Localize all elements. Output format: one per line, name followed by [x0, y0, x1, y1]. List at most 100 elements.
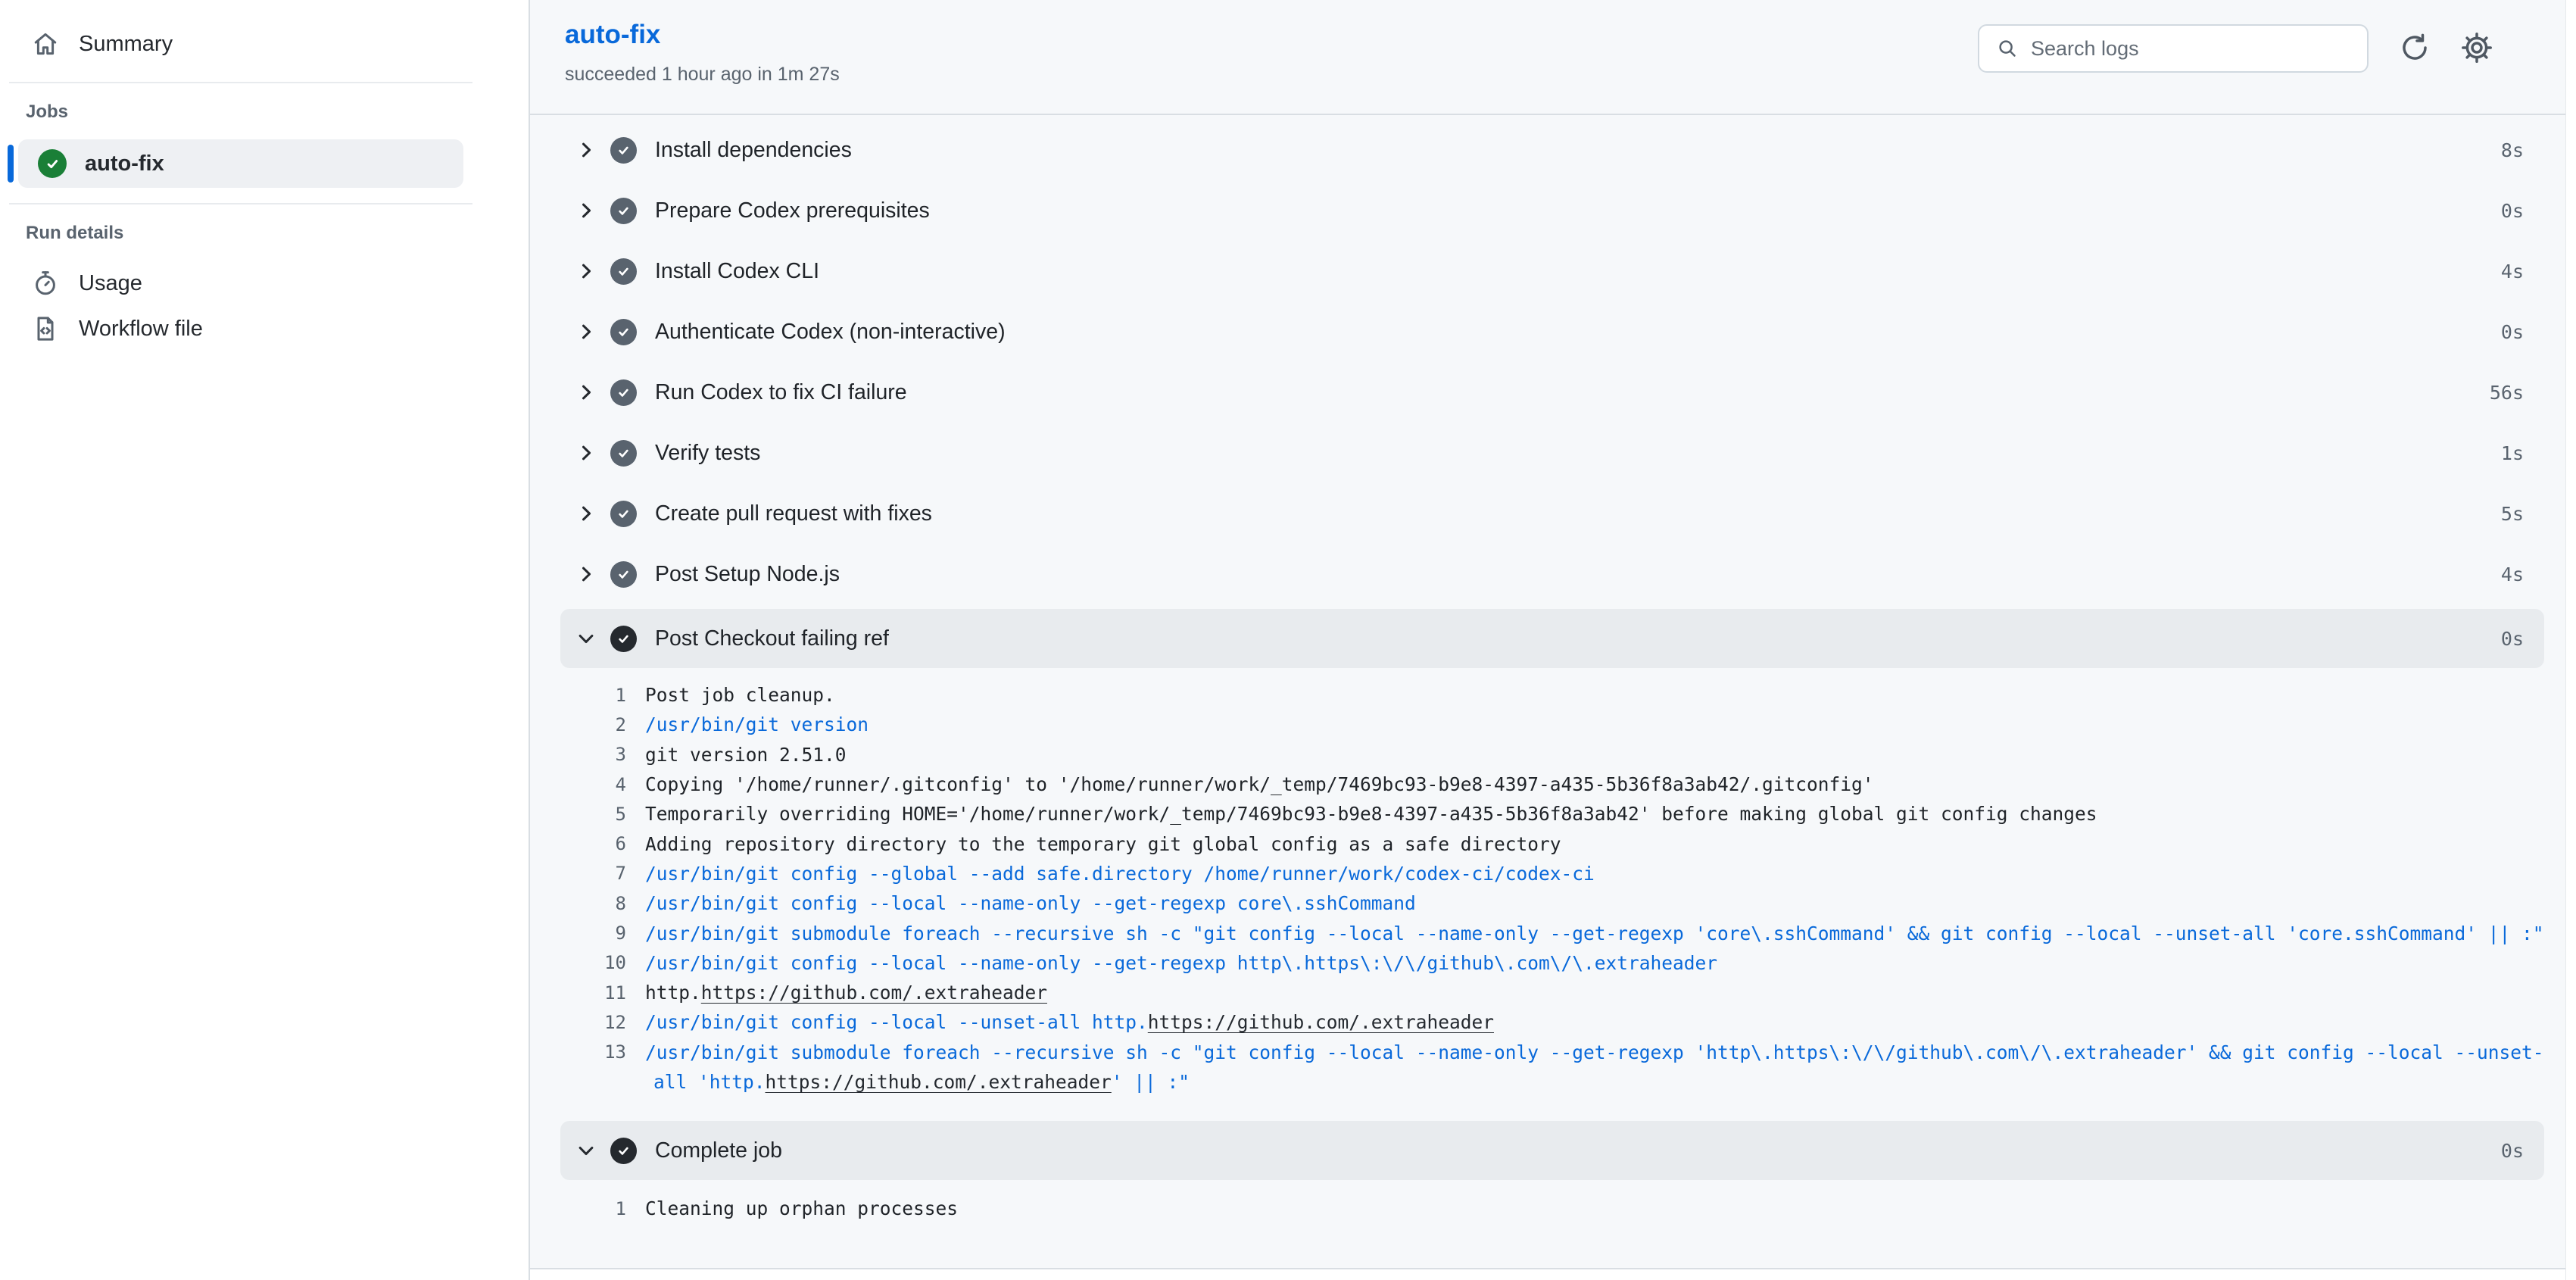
log-line: 13 /usr/bin/git submodule foreach --recu… — [530, 1038, 2576, 1067]
log-line: 5 Temporarily overriding HOME='/home/run… — [530, 799, 2576, 829]
job-status-text: succeeded 1 hour ago in 1m 27s — [565, 64, 840, 86]
step-name: Create pull request with fixes — [655, 501, 932, 526]
step-row[interactable]: Run Codex to fix CI failure 56s — [530, 362, 2576, 423]
sidebar-workflow-file-label: Workflow file — [79, 317, 203, 342]
chevron-right-icon — [575, 321, 600, 342]
sidebar: Summary Jobs auto-fix Run details Usage … — [0, 0, 530, 1280]
stopwatch-icon — [32, 270, 59, 297]
sidebar-item-job-auto-fix[interactable]: auto-fix — [18, 139, 463, 188]
log-line: 10 /usr/bin/git config --local --name-on… — [530, 948, 2576, 978]
log-segment: /usr/bin/git config --local --unset-all … — [645, 1011, 1148, 1033]
step: Post Setup Node.js 4s — [530, 544, 2576, 604]
step-row[interactable]: Authenticate Codex (non-interactive) 0s — [530, 301, 2576, 362]
log-line-number[interactable]: 1 — [530, 1198, 626, 1219]
step: Complete job 0s 1 Cleaning up orphan pro… — [530, 1121, 2576, 1243]
step-row[interactable]: Prepare Codex prerequisites 0s — [530, 180, 2576, 241]
chevron-right-icon — [575, 442, 600, 464]
step-duration: 56s — [2490, 382, 2524, 404]
log-line: 11 http.https://github.com/.extraheader — [530, 978, 2576, 1007]
step-name: Post Setup Node.js — [655, 562, 840, 587]
step-success-check-icon — [610, 379, 637, 406]
log-segment: /usr/bin/git submodule foreach --recursi… — [645, 923, 2544, 944]
step-success-check-icon — [610, 319, 637, 345]
scrollbar-gutter[interactable] — [2565, 0, 2576, 1280]
log-line-number[interactable]: 12 — [530, 1012, 626, 1033]
log-line-number[interactable]: 6 — [530, 833, 626, 854]
sidebar-item-usage[interactable]: Usage — [0, 261, 529, 306]
step-row[interactable]: Install Codex CLI 4s — [530, 241, 2576, 301]
log-line: 8 /usr/bin/git config --local --name-onl… — [530, 888, 2576, 918]
sidebar-item-summary[interactable]: Summary — [0, 21, 529, 67]
refresh-logs-button[interactable] — [2399, 32, 2431, 66]
step-logs: 1 Post job cleanup. 2 /usr/bin/git versi… — [530, 668, 2576, 1116]
log-url-link[interactable]: https://github.com/.extraheader — [701, 982, 1047, 1004]
gear-icon — [2461, 32, 2493, 64]
step: Create pull request with fixes 5s — [530, 483, 2576, 544]
log-segment: Temporarily overriding HOME='/home/runne… — [645, 803, 2097, 825]
step-success-check-icon — [610, 1138, 637, 1164]
chevron-right-icon — [575, 139, 600, 161]
log-line: 6 Adding repository directory to the tem… — [530, 829, 2576, 858]
log-line-text: Copying '/home/runner/.gitconfig' to '/h… — [645, 773, 1874, 795]
step-row[interactable]: Complete job 0s — [560, 1121, 2544, 1180]
log-line-number[interactable]: 8 — [530, 893, 626, 914]
steps-list: Install dependencies 8s Prepare Codex pr… — [530, 115, 2576, 1268]
step: Verify tests 1s — [530, 423, 2576, 483]
workflow-job-page: Summary Jobs auto-fix Run details Usage … — [0, 0, 2576, 1280]
log-line-text: /usr/bin/git submodule foreach --recursi… — [645, 923, 2544, 944]
log-segment: /usr/bin/git config --global --add safe.… — [645, 863, 1595, 885]
log-line-text: all 'http.https://github.com/.extraheade… — [653, 1071, 1190, 1093]
home-icon — [32, 30, 59, 58]
success-check-icon — [38, 149, 67, 178]
log-line: 7 /usr/bin/git config --global --add saf… — [530, 859, 2576, 888]
log-line-number[interactable]: 4 — [530, 774, 626, 795]
sidebar-divider — [9, 203, 472, 204]
log-line-text: http.https://github.com/.extraheader — [645, 982, 1047, 1004]
search-logs-box — [1978, 24, 2369, 73]
step-duration: 0s — [2501, 321, 2524, 343]
step-name: Authenticate Codex (non-interactive) — [655, 320, 1006, 345]
log-line-number[interactable]: 9 — [530, 923, 626, 944]
job-log-panel: auto-fix succeeded 1 hour ago in 1m 27s — [530, 0, 2576, 1280]
step-duration: 0s — [2501, 1140, 2524, 1162]
step-row[interactable]: Create pull request with fixes 5s — [530, 483, 2576, 544]
step-success-check-icon — [610, 561, 637, 588]
log-url-link[interactable]: https://github.com/.extraheader — [766, 1071, 1112, 1093]
sidebar-usage-label: Usage — [79, 271, 142, 296]
search-logs-input[interactable] — [2031, 37, 2350, 61]
log-line-text: git version 2.51.0 — [645, 744, 847, 766]
sidebar-jobs-header: Jobs — [0, 101, 529, 123]
log-line-number[interactable]: 10 — [530, 952, 626, 973]
log-line-number[interactable]: 2 — [530, 714, 626, 735]
step-duration: 1s — [2501, 442, 2524, 464]
job-title-link[interactable]: auto-fix — [565, 20, 840, 50]
log-line-number[interactable]: 5 — [530, 804, 626, 825]
chevron-right-icon — [575, 200, 600, 221]
log-settings-button[interactable] — [2461, 32, 2493, 66]
log-line-text: Cleaning up orphan processes — [645, 1197, 958, 1219]
log-segment: http. — [645, 982, 701, 1004]
log-line: 12 /usr/bin/git config --local --unset-a… — [530, 1007, 2576, 1037]
log-line-text: /usr/bin/git submodule foreach --recursi… — [645, 1041, 2544, 1063]
log-line-number[interactable]: 7 — [530, 863, 626, 884]
sidebar-run-details-header: Run details — [0, 223, 529, 244]
log-url-link[interactable]: https://github.com/.extraheader — [1148, 1011, 1494, 1033]
step-row[interactable]: Install dependencies 8s — [530, 120, 2576, 180]
log-segment: git version 2.51.0 — [645, 744, 847, 766]
step-success-check-icon — [610, 626, 637, 652]
panel-bottom-edge — [530, 1268, 2576, 1280]
step: Run Codex to fix CI failure 56s — [530, 362, 2576, 423]
step-success-check-icon — [610, 137, 637, 164]
chevron-down-icon — [575, 628, 600, 649]
log-segment: Copying '/home/runner/.gitconfig' to '/h… — [645, 773, 1874, 795]
log-line-text: /usr/bin/git config --local --name-only … — [645, 892, 1416, 914]
log-line-number[interactable]: 13 — [530, 1041, 626, 1063]
step-row[interactable]: Post Checkout failing ref 0s — [560, 609, 2544, 668]
log-line-number[interactable]: 1 — [530, 685, 626, 706]
step-row[interactable]: Post Setup Node.js 4s — [530, 544, 2576, 604]
log-line-number[interactable]: 3 — [530, 744, 626, 765]
step-row[interactable]: Verify tests 1s — [530, 423, 2576, 483]
log-line-number[interactable]: 11 — [530, 982, 626, 1004]
sidebar-item-workflow-file[interactable]: Workflow file — [0, 306, 529, 351]
chevron-right-icon — [575, 261, 600, 282]
